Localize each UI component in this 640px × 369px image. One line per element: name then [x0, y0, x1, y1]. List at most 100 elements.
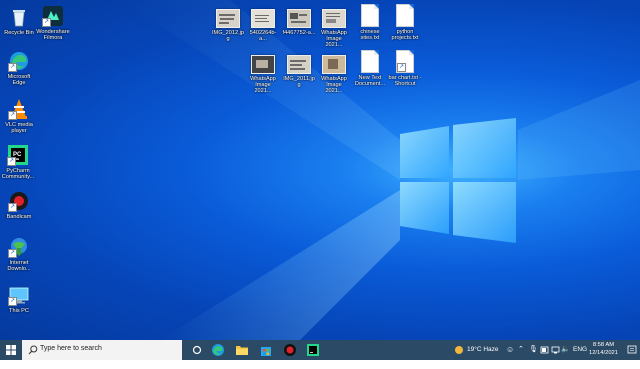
image-thumbnail-icon: [287, 9, 311, 28]
bandicam-label: Bandicam: [6, 214, 32, 220]
image-thumbnail-icon: [216, 9, 240, 28]
file-label: New Text Document...: [354, 75, 386, 88]
file-icon-5402264b[interactable]: 5402264b-a...: [246, 6, 280, 42]
file-icon-f4467752[interactable]: f4467752-a...: [282, 6, 316, 36]
taskbar-file-explorer-button[interactable]: [235, 343, 249, 357]
taskbar: Type here to search 19°C Haze ☺ ⌃ 🎙 🔈 EN…: [0, 340, 640, 360]
weather-text[interactable]: 19°C Haze: [467, 340, 499, 360]
volume-icon[interactable]: 🔈: [561, 340, 570, 360]
task-view-icon: [192, 345, 202, 355]
image-thumbnail-icon: [322, 9, 346, 28]
text-file-icon: ↗: [396, 50, 414, 73]
file-icon-whatsapp-image-1[interactable]: WhatsApp Image 2021...: [317, 6, 351, 49]
search-icon: [28, 345, 38, 355]
filmora-label: Wondershare Filmora: [36, 29, 70, 42]
file-icon-img-2011[interactable]: IMG_2011.jpg: [282, 52, 316, 88]
recycle-bin-icon: [8, 6, 30, 28]
image-thumbnail-icon: [251, 55, 275, 74]
windows-logo-wallpaper-icon: [400, 118, 516, 243]
desktop-icon-this-pc[interactable]: ↗ This PC: [2, 284, 36, 314]
this-pc-label: This PC: [9, 308, 29, 314]
image-thumbnail-icon: [287, 55, 311, 74]
clock[interactable]: 8:58 AM 12/14/2021: [589, 342, 618, 357]
file-icon-bar-chart-shortcut[interactable]: ↗ bar chart.txt - Shortcut: [388, 50, 422, 87]
network-icon[interactable]: [551, 340, 560, 360]
edge-label: Microsoft Edge: [7, 74, 31, 87]
desktop-icon-edge[interactable]: ↗ Microsoft Edge: [2, 50, 36, 86]
file-icon-whatsapp-image-2[interactable]: WhatsApp Image 2021...: [246, 52, 280, 95]
pycharm-icon: PC ↗: [7, 144, 29, 166]
language-indicator[interactable]: ENG: [573, 340, 587, 360]
wallpaper-beams: [120, 0, 640, 340]
battery-icon[interactable]: [540, 340, 549, 360]
file-label: f4467752-a...: [282, 30, 316, 36]
file-label: 5402264b-a...: [249, 30, 277, 43]
pycharm-label: PyCharm Community...: [1, 168, 35, 181]
taskbar-store-button[interactable]: [259, 343, 273, 357]
file-label: chinese sites.txt: [360, 29, 380, 42]
clock-time: 8:58 AM: [592, 342, 615, 348]
file-label: IMG_2011.jpg: [283, 76, 315, 89]
file-label: WhatsApp Image 2021...: [321, 30, 347, 49]
vlc-icon: ↗: [8, 98, 30, 120]
store-bag-icon: [261, 347, 271, 356]
text-file-icon: [396, 4, 414, 27]
file-label: python projects.txt: [391, 29, 419, 42]
shortcut-arrow-icon: ↗: [8, 63, 17, 72]
desktop-icon-recycle-bin[interactable]: Recycle Bin: [2, 6, 36, 36]
idm-globe-icon: ↗: [8, 236, 30, 258]
desktop-icon-pycharm[interactable]: PC ↗ PyCharm Community...: [0, 144, 36, 180]
file-icon-whatsapp-image-3[interactable]: WhatsApp Image 2021...: [317, 52, 351, 95]
bandicam-icon: ↗: [8, 190, 30, 212]
edge-icon: ↗: [8, 50, 30, 72]
notification-icon: [627, 345, 637, 354]
people-icon[interactable]: ☺: [506, 340, 514, 360]
file-label: WhatsApp Image 2021...: [321, 76, 347, 95]
shortcut-arrow-icon: ↗: [7, 157, 16, 166]
taskbar-edge-button[interactable]: [211, 343, 225, 357]
file-icon-img-2012[interactable]: IMG_2012.jpg: [211, 6, 245, 42]
bandicam-icon: [284, 344, 296, 356]
desktop-icon-filmora[interactable]: ↗ Wondershare Filmora: [34, 5, 72, 41]
folder-icon: [236, 346, 248, 355]
pycharm-icon: [307, 344, 319, 356]
file-label: bar chart.txt - Shortcut: [388, 75, 422, 88]
microphone-icon[interactable]: 🎙: [529, 340, 538, 360]
shortcut-arrow-icon: ↗: [8, 111, 17, 120]
taskbar-bandicam-button[interactable]: [283, 343, 297, 357]
taskbar-pycharm-button[interactable]: [306, 343, 320, 357]
idm-label: Internet Downlo...: [7, 260, 31, 273]
task-view-button[interactable]: [190, 343, 204, 357]
chevron-up-icon[interactable]: ⌃: [518, 340, 524, 360]
notifications-button[interactable]: [627, 340, 637, 360]
windows-start-icon: [6, 345, 16, 355]
weather-icon[interactable]: [452, 343, 466, 357]
image-thumbnail-icon: [251, 9, 275, 28]
shortcut-arrow-icon: ↗: [8, 249, 17, 258]
shortcut-arrow-icon: ↗: [397, 63, 406, 72]
text-file-icon: [361, 4, 379, 27]
file-label: IMG_2012.jpg: [211, 30, 245, 43]
shortcut-arrow-icon: ↗: [8, 297, 17, 306]
desktop-icon-internet-download-manager[interactable]: ↗ Internet Downlo...: [2, 236, 36, 272]
file-icon-chinese-sites[interactable]: chinese sites.txt: [353, 4, 387, 41]
desktop-icon-vlc[interactable]: ↗ VLC media player: [2, 98, 36, 134]
clock-date: 12/14/2021: [588, 349, 618, 356]
search-placeholder: Type here to search: [40, 345, 102, 352]
file-icon-python-projects[interactable]: python projects.txt: [388, 4, 422, 41]
text-file-icon: [361, 50, 379, 73]
file-icon-new-text-document[interactable]: New Text Document...: [353, 50, 387, 87]
image-thumbnail-icon: [322, 55, 346, 74]
start-button[interactable]: [0, 340, 22, 360]
vlc-label: VLC media player: [5, 122, 33, 135]
desktop-icon-bandicam[interactable]: ↗ Bandicam: [2, 190, 36, 220]
search-box[interactable]: Type here to search: [22, 340, 182, 360]
computer-monitor-icon: ↗: [8, 284, 30, 306]
edge-icon: [212, 344, 224, 356]
desktop: Recycle Bin ↗ Wondershare Filmora ↗ Micr…: [0, 0, 640, 340]
filmora-icon: ↗: [42, 5, 64, 27]
shortcut-arrow-icon: ↗: [8, 203, 17, 212]
recycle-bin-label: Recycle Bin: [4, 30, 34, 36]
file-label: WhatsApp Image 2021...: [250, 76, 276, 95]
shortcut-arrow-icon: ↗: [42, 18, 51, 27]
